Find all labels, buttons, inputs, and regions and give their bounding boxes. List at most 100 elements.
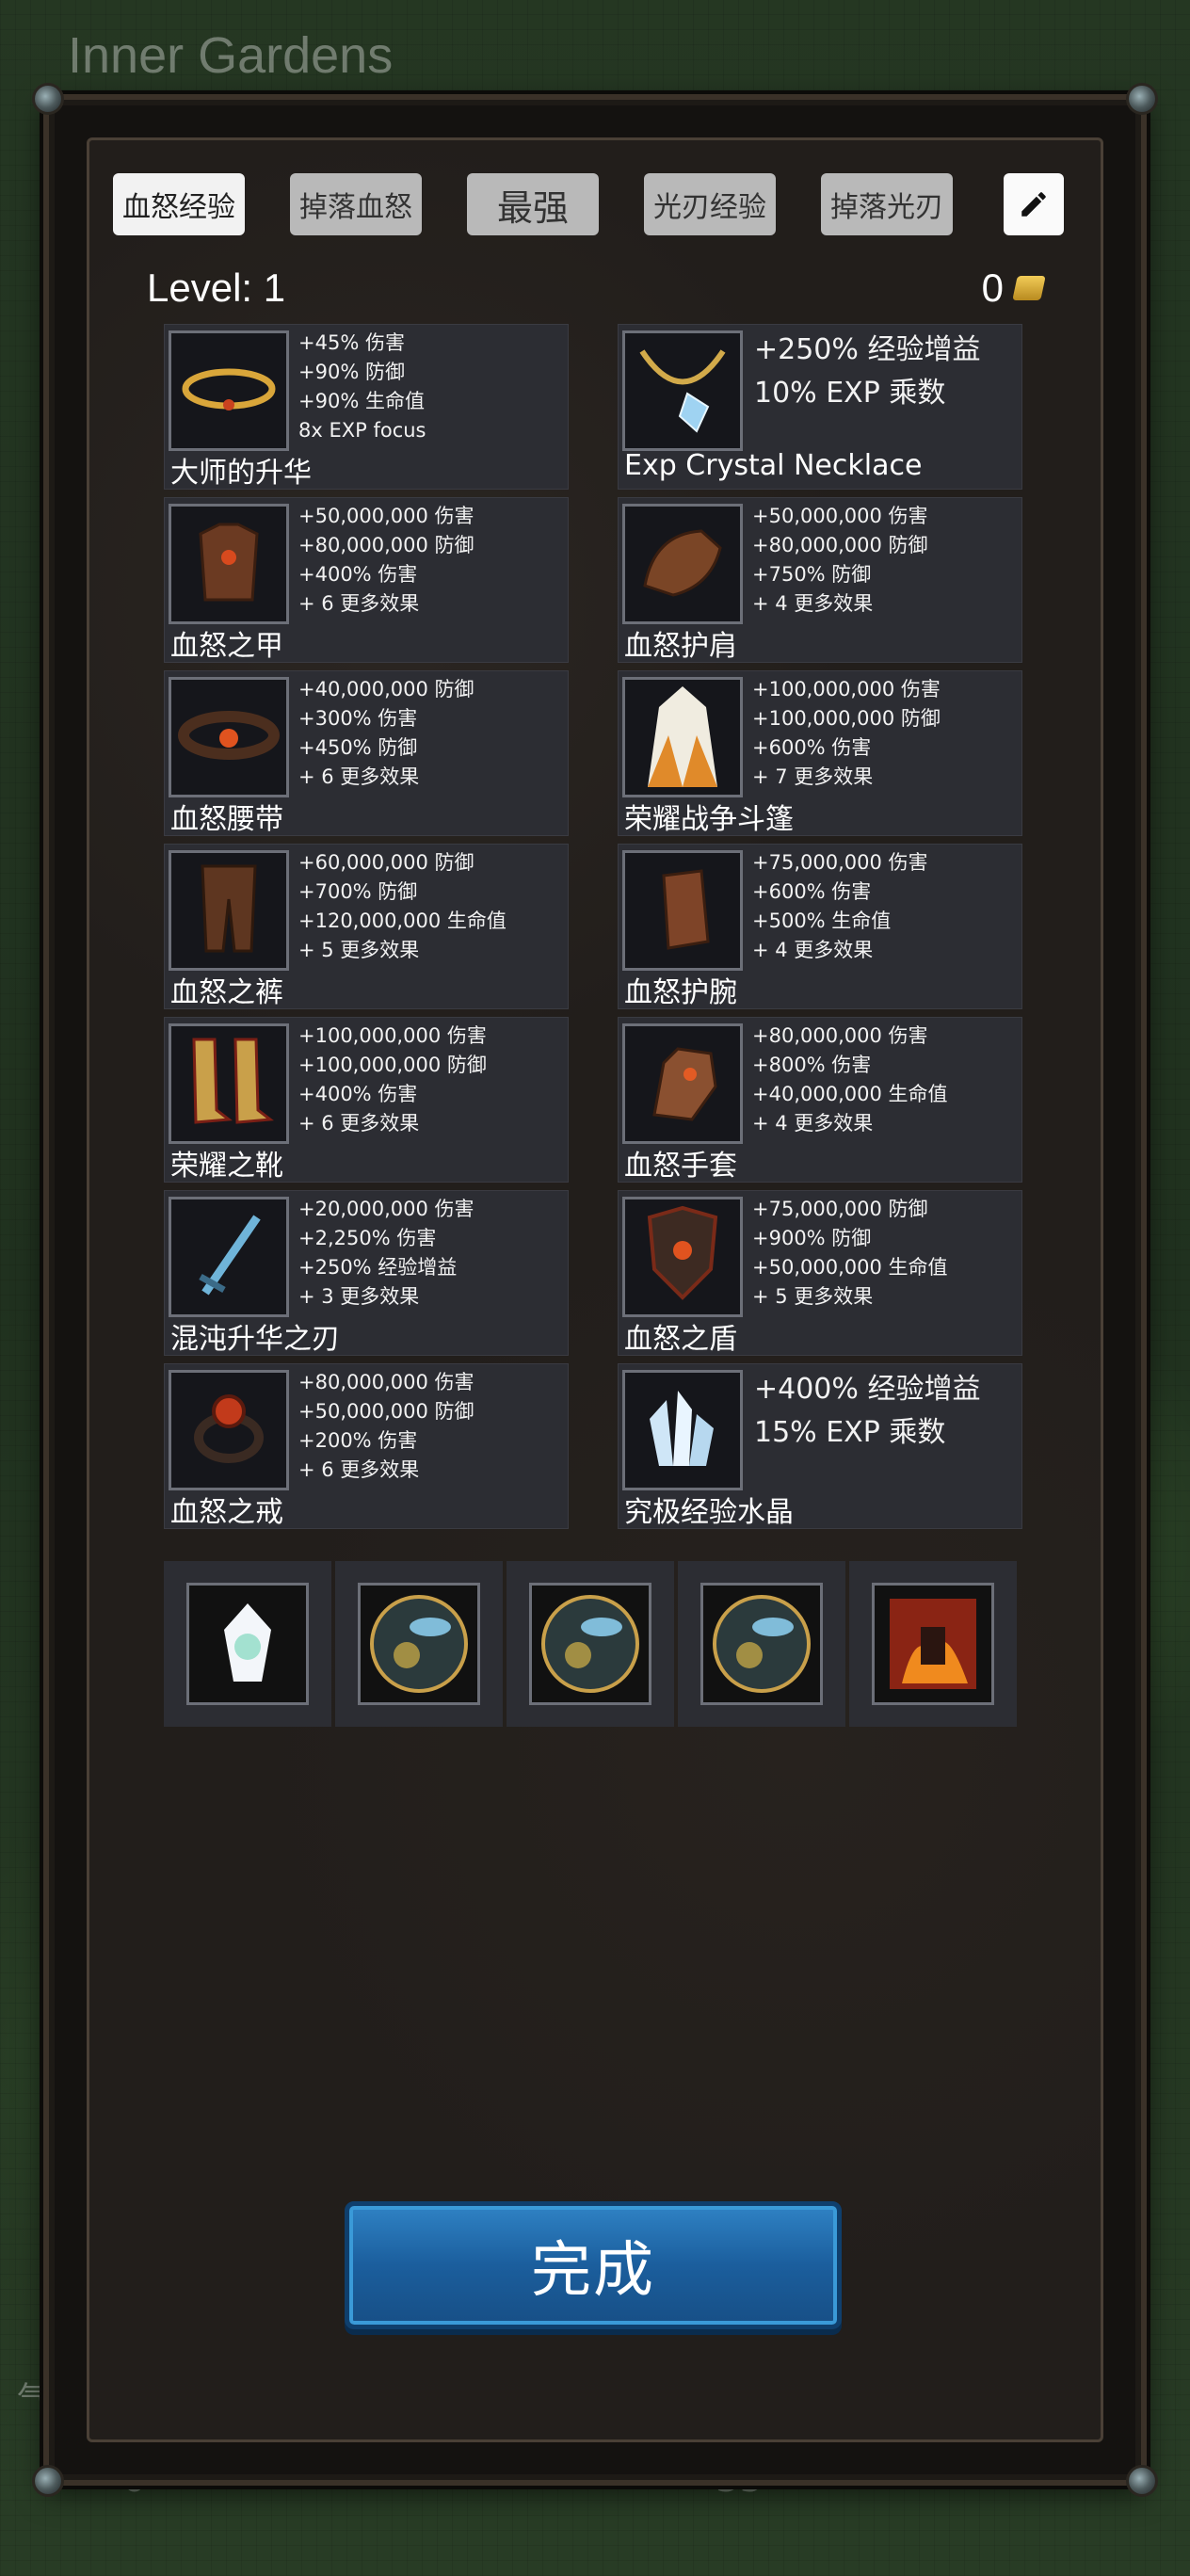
- equipment-name: 大师的升华: [170, 457, 312, 490]
- equipment-card[interactable]: +20,000,000 伤害 +2,250% 伤害 +250% 经验增益 + 3 更多…: [164, 1190, 569, 1356]
- stat-line: 10% EXP 乘数: [754, 377, 946, 410]
- equipment-thumbnail: [169, 1370, 289, 1490]
- equipment-name: 血怒之裤: [170, 976, 283, 1009]
- stat-line: +400% 伤害: [298, 1083, 418, 1105]
- stat-line: + 4 更多效果: [752, 592, 874, 615]
- stat-line: +80,000,000 防御: [298, 534, 474, 556]
- level-label: Level:: [147, 266, 253, 310]
- stat-line: +750% 防御: [752, 563, 872, 586]
- equipment-stats: +400% 经验增益 15% EXP 乘数: [754, 1368, 980, 1455]
- equipment-stats: +60,000,000 防御 +700% 防御 +120,000,000 生命值 + …: [298, 848, 507, 965]
- consumable-slot[interactable]: [849, 1561, 1017, 1727]
- equipment-name: 血怒护腕: [624, 976, 737, 1009]
- equipment-card[interactable]: +80,000,000 伤害 +50,000,000 防御 +200% 伤害 + 6 …: [164, 1363, 569, 1529]
- tab-blood-rage-exp[interactable]: 血怒经验: [113, 173, 245, 235]
- stat-line: + 6 更多效果: [298, 1112, 420, 1135]
- boots-icon: [177, 1030, 281, 1137]
- equipment-name: 血怒护肩: [624, 630, 737, 663]
- equipment-name: 血怒之戒: [170, 1496, 283, 1529]
- equipment-card[interactable]: +75,000,000 伤害 +600% 伤害 +500% 生命值 + 4 更多效果血…: [618, 844, 1022, 1009]
- shield-icon: [640, 1203, 725, 1311]
- stat-line: +300% 伤害: [298, 707, 418, 730]
- stat-line: + 3 更多效果: [298, 1285, 420, 1308]
- equipment-name: 血怒手套: [624, 1150, 737, 1183]
- consumable-slot[interactable]: [507, 1561, 674, 1727]
- equipment-stats: +80,000,000 伤害 +50,000,000 防御 +200% 伤害 + 6 …: [298, 1368, 474, 1485]
- background-location-title: Inner Gardens: [68, 27, 394, 84]
- gloves-icon: [635, 1035, 730, 1133]
- equipment-card[interactable]: +400% 经验增益 15% EXP 乘数究极经验水晶: [618, 1363, 1022, 1529]
- stat-line: +400% 经验增益: [754, 1373, 981, 1406]
- equipment-thumbnail: [622, 1023, 743, 1144]
- stat-line: + 6 更多效果: [298, 592, 420, 615]
- equipment-card[interactable]: +45% 伤害 +90% 防御 +90% 生命值 8x EXP focus 大师的升华: [164, 324, 569, 490]
- equipment-card[interactable]: +40,000,000 防御 +300% 伤害 +450% 防御 + 6 更多效果 血怒…: [164, 670, 569, 836]
- equipment-card[interactable]: +50,000,000 伤害 +80,000,000 防御 +750% 防御 + 4 …: [618, 497, 1022, 663]
- equipment-card[interactable]: +50,000,000 伤害 +80,000,000 防御 +400% 伤害 + 6 …: [164, 497, 569, 663]
- coin-counter: 0: [982, 266, 1046, 311]
- crystal-cluster-icon: [631, 1381, 734, 1479]
- frame-corner-gem-icon: [1126, 83, 1158, 115]
- equipment-card[interactable]: +250% 经验增益 10% EXP 乘数 Exp Crystal Necklace: [618, 324, 1022, 490]
- tab-drop-light-blade[interactable]: 掉落光刃: [821, 173, 953, 235]
- stat-line: +90% 生命值: [298, 390, 425, 412]
- shoulder-icon: [635, 520, 730, 608]
- equipment-stats: +100,000,000 伤害 +100,000,000 防御 +600% 伤害 + …: [752, 675, 941, 792]
- orb-icon: [358, 1583, 480, 1705]
- stat-line: +40,000,000 防御: [298, 678, 474, 700]
- done-button[interactable]: 完成: [345, 2201, 842, 2329]
- equipment-name: 血怒之盾: [624, 1323, 737, 1356]
- equipment-name: 究极经验水晶: [624, 1496, 794, 1529]
- stat-line: +200% 伤害: [298, 1429, 418, 1452]
- cloak-icon: [640, 679, 725, 796]
- equipment-name: 血怒之甲: [170, 630, 283, 663]
- equipment-name: 荣耀之靴: [170, 1150, 283, 1183]
- stat-line: +120,000,000 生命值: [298, 910, 507, 932]
- equipment-thumbnail: [169, 677, 289, 797]
- stat-line: +50,000,000 伤害: [298, 505, 474, 527]
- equipment-card[interactable]: +80,000,000 伤害 +800% 伤害 +40,000,000 生命值 + 4…: [618, 1017, 1022, 1183]
- equipment-thumbnail: [169, 1197, 289, 1317]
- stat-line: +250% 经验增益: [298, 1256, 458, 1279]
- stat-line: +100,000,000 伤害: [752, 678, 941, 700]
- equipment-thumbnail: [169, 850, 289, 971]
- tab-strongest[interactable]: 最强: [467, 173, 599, 235]
- equipment-thumbnail: [622, 504, 743, 624]
- stat-line: + 6 更多效果: [298, 765, 420, 788]
- stat-line: +40,000,000 生命值: [752, 1083, 948, 1105]
- stat-line: + 5 更多效果: [298, 939, 420, 961]
- equipment-thumbnail: [169, 1023, 289, 1144]
- equipment-stats: +50,000,000 伤害 +80,000,000 防御 +400% 伤害 + 6 …: [298, 502, 474, 619]
- equipment-card[interactable]: +75,000,000 防御 +900% 防御 +50,000,000 生命值 + 5…: [618, 1190, 1022, 1356]
- golden-circlet-icon: [177, 356, 281, 426]
- stat-line: +50,000,000 生命值: [752, 1256, 948, 1279]
- equipment-card[interactable]: +100,000,000 伤害 +100,000,000 防御 +600% 伤害 + …: [618, 670, 1022, 836]
- stat-line: +20,000,000 伤害: [298, 1198, 474, 1220]
- equipment-thumbnail: [169, 504, 289, 624]
- consumable-slots: [164, 1561, 1017, 1727]
- ring-icon: [182, 1381, 276, 1479]
- belt-icon: [177, 702, 281, 772]
- equipment-name: 混沌升华之刃: [170, 1323, 340, 1356]
- bracer-icon: [640, 861, 725, 959]
- stat-line: +90% 防御: [298, 361, 405, 383]
- consumable-slot[interactable]: [164, 1561, 331, 1727]
- consumable-slot[interactable]: [678, 1561, 845, 1727]
- equipment-card[interactable]: +60,000,000 防御 +700% 防御 +120,000,000 生命值 + …: [164, 844, 569, 1009]
- stat-line: +50,000,000 伤害: [752, 505, 928, 527]
- equipment-thumbnail: [622, 677, 743, 797]
- stat-line: 15% EXP 乘数: [754, 1416, 946, 1449]
- edit-button[interactable]: [1004, 173, 1064, 235]
- equipment-thumbnail: [622, 330, 743, 451]
- tab-light-blade-exp[interactable]: 光刃经验: [644, 173, 776, 235]
- tab-drop-blood-rage[interactable]: 掉落血怒: [290, 173, 422, 235]
- stat-line: +250% 经验增益: [754, 333, 981, 366]
- consumable-slot[interactable]: [335, 1561, 503, 1727]
- equipment-card[interactable]: +100,000,000 伤害 +100,000,000 防御 +400% 伤害 + …: [164, 1017, 569, 1183]
- loadout-tabs: 血怒经验 掉落血怒 最强 光刃经验 掉落光刃: [113, 173, 1064, 239]
- equipment-thumbnail: [622, 1197, 743, 1317]
- frame-corner-gem-icon: [32, 2465, 64, 2497]
- level-display: Level: 1: [147, 266, 285, 311]
- equipment-stats: +40,000,000 防御 +300% 伤害 +450% 防御 + 6 更多效果: [298, 675, 474, 792]
- coin-icon: [1012, 276, 1046, 300]
